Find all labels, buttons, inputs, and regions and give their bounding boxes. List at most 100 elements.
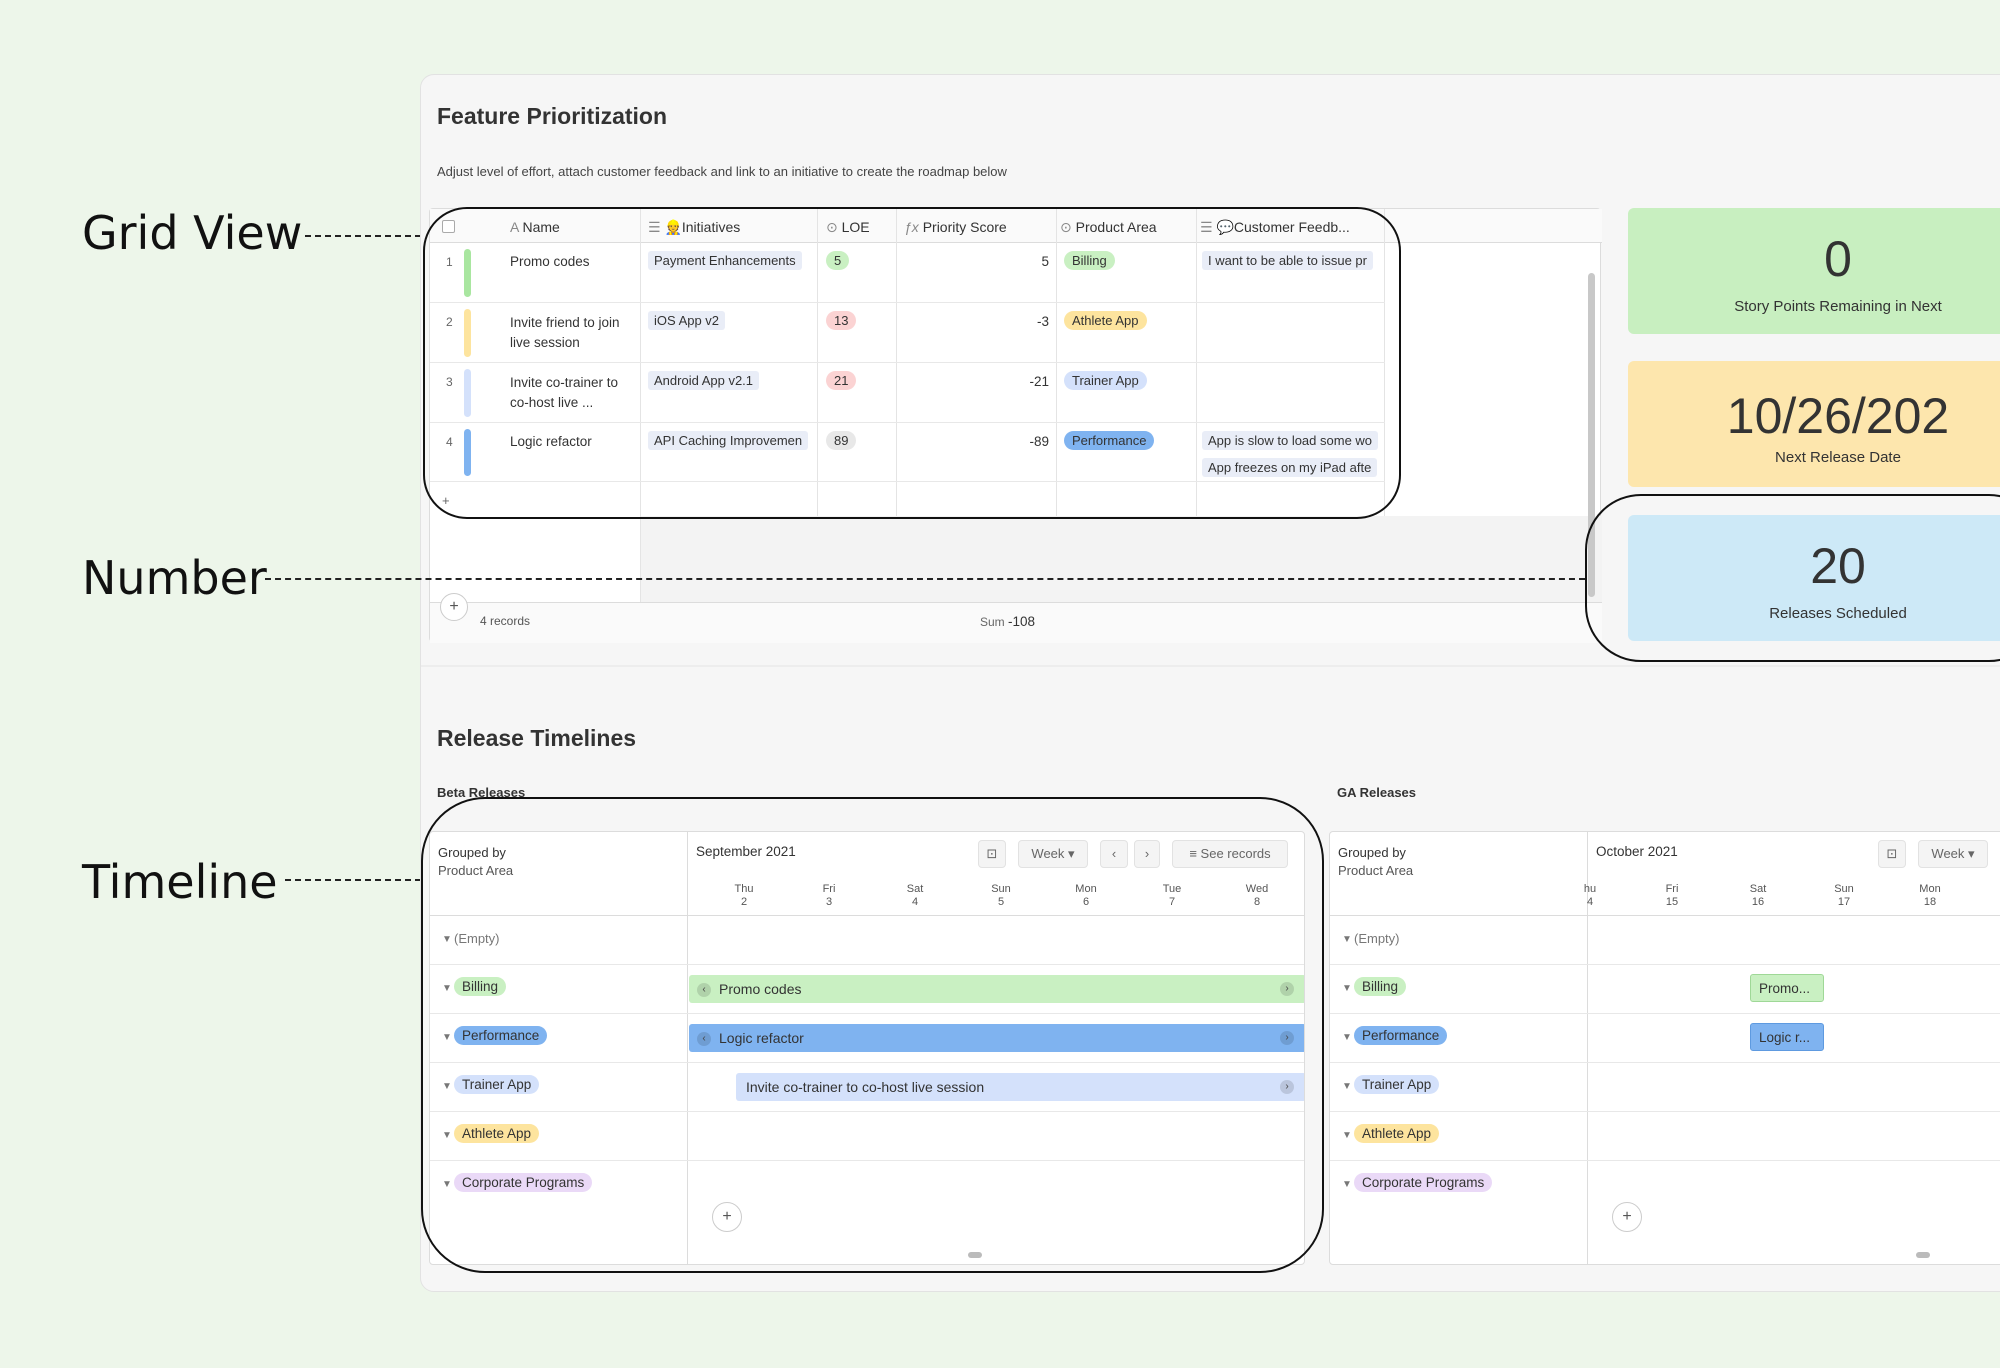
chevron-right-icon: › [1280, 1031, 1294, 1045]
grid-scrollbar[interactable] [1588, 273, 1595, 597]
table-row[interactable]: 2 Invite friend to join live session iOS… [430, 303, 1385, 363]
grouped-by: Grouped byProduct Area [1338, 844, 1413, 880]
timeline-scrollbar[interactable] [968, 1252, 982, 1258]
day-label: Sat16 [1738, 883, 1778, 909]
cell-name[interactable]: Promo codes [510, 254, 590, 269]
number-story-points: 0 Story Points Remaining in Next [1628, 208, 2000, 334]
group-row-corporate-programs[interactable]: ▼Corporate Programs [1330, 1161, 2000, 1210]
timeline-bar-logic-refactor[interactable]: ‹Logic refactor› [689, 1024, 1305, 1052]
ga-timeline[interactable]: Grouped byProduct Area October 2021 ⊡ We… [1329, 831, 2000, 1265]
chevron-left-icon: ‹ [697, 1032, 711, 1046]
section-divider [421, 665, 2000, 667]
chevron-right-icon: › [1280, 982, 1294, 996]
day-label: Mon18 [1910, 883, 1950, 909]
add-record-button[interactable]: + [1612, 1202, 1642, 1232]
cell-priority-score: -3 [904, 314, 1049, 329]
group-row-performance[interactable]: ▼Performance [1330, 1014, 2000, 1063]
week-select[interactable]: Week ▾ [1918, 840, 1988, 868]
callout-timeline-line [285, 879, 421, 881]
next-button[interactable]: › [1134, 840, 1160, 868]
group-row-billing[interactable]: ▼Billing [1330, 965, 2000, 1014]
week-select[interactable]: Week ▾ [1018, 840, 1088, 868]
row-color-bar [464, 309, 471, 357]
day-label: Sun5 [981, 883, 1021, 909]
feedback-chip[interactable]: I want to be able to issue pr [1202, 251, 1373, 270]
cell-priority-score: -89 [904, 434, 1049, 449]
timeline-header: Grouped byProduct Area October 2021 ⊡ We… [1330, 832, 2000, 916]
group-row-athlete-app[interactable]: ▼Athlete App [1330, 1112, 2000, 1161]
expand-icon[interactable]: ⊡ [1878, 840, 1906, 868]
number-releases-scheduled: 20 Releases Scheduled [1628, 515, 2000, 641]
product-area-chip[interactable]: Billing [1064, 251, 1115, 270]
expand-icon[interactable]: ⊡ [978, 840, 1006, 868]
day-label: hu4 [1570, 883, 1610, 909]
cell-name[interactable]: Invite friend to join live session [510, 313, 635, 353]
loe-chip[interactable]: 5 [826, 251, 849, 270]
see-records-button[interactable]: ≡ See records [1172, 840, 1288, 868]
initiative-chip[interactable]: Payment Enhancements [648, 251, 802, 270]
group-row-empty[interactable]: ▼(Empty) [1330, 916, 2000, 965]
cell-name[interactable]: Logic refactor [510, 434, 592, 449]
grouped-by: Grouped byProduct Area [438, 844, 513, 880]
row-color-bar [464, 429, 471, 476]
initiative-chip[interactable]: API Caching Improvemen [648, 431, 808, 450]
initiative-chip[interactable]: Android App v2.1 [648, 371, 759, 390]
timeline-header: Grouped byProduct Area September 2021 ⊡ … [430, 832, 1305, 916]
day-label: Fri3 [809, 883, 849, 909]
cell-name[interactable]: Invite co-trainer to co-host live ... [510, 373, 635, 413]
day-label: Fri15 [1652, 883, 1692, 909]
grid-view[interactable]: A Name ☰ 👷Initiatives ⊙ LOE ƒx Priority … [429, 208, 1601, 642]
group-row-athlete-app[interactable]: ▼Athlete App [430, 1112, 1305, 1161]
timeline-month: September 2021 [696, 844, 796, 859]
callout-timeline: Timeline [82, 855, 278, 909]
add-row-plus[interactable]: + [442, 493, 450, 508]
timeline-bar-logic[interactable]: Logic r... [1750, 1023, 1824, 1051]
record-count: 4 records [480, 614, 530, 628]
group-row-corporate-programs[interactable]: ▼Corporate Programs [430, 1161, 1305, 1210]
table-row[interactable]: 1 Promo codes Payment Enhancements 5 5 B… [430, 243, 1385, 303]
cell-priority-score: -21 [904, 374, 1049, 389]
add-record-button[interactable]: + [440, 593, 468, 621]
prev-button[interactable]: ‹ [1100, 840, 1128, 868]
grid-footer: + 4 records Sum -108 [430, 602, 1602, 643]
group-row-trainer-app[interactable]: ▼Trainer App [1330, 1063, 2000, 1112]
day-label: Tue7 [1152, 883, 1192, 909]
table-row[interactable]: 4 Logic refactor API Caching Improvemen … [430, 423, 1385, 482]
feedback-chip[interactable]: App freezes on my iPad afte [1202, 458, 1377, 477]
callout-grid-line [305, 235, 421, 237]
callout-number-line [265, 578, 1585, 580]
chevron-left-icon: ‹ [697, 983, 711, 997]
row-color-bar [464, 369, 471, 417]
callout-grid-view: Grid View [82, 206, 302, 260]
timeline-bar-invite-co-trainer[interactable]: Invite co-trainer to co-host live sessio… [736, 1073, 1305, 1101]
loe-chip[interactable]: 21 [826, 371, 856, 390]
day-label: Wed8 [1237, 883, 1277, 909]
grid-empty-area [641, 516, 1602, 602]
group-row-empty[interactable]: ▼(Empty) [430, 916, 1305, 965]
beta-label: Beta Releases [437, 785, 525, 800]
day-label: Sun17 [1824, 883, 1864, 909]
timeline-bar-promo[interactable]: Promo... [1750, 974, 1824, 1002]
feature-title: Feature Prioritization [437, 103, 667, 130]
feedback-chip[interactable]: App is slow to load some wo [1202, 431, 1378, 450]
table-row[interactable]: 3 Invite co-trainer to co-host live ... … [430, 363, 1385, 423]
product-area-chip[interactable]: Athlete App [1064, 311, 1147, 330]
loe-chip[interactable]: 13 [826, 311, 856, 330]
cell-priority-score: 5 [904, 254, 1049, 269]
day-label: Thu2 [724, 883, 764, 909]
feature-description: Adjust level of effort, attach customer … [437, 164, 1007, 179]
timeline-month: October 2021 [1596, 844, 1678, 859]
add-record-button[interactable]: + [712, 1202, 742, 1232]
timeline-bar-promo-codes[interactable]: ‹Promo codes› [689, 975, 1305, 1003]
release-title: Release Timelines [437, 725, 636, 752]
sum-summary: Sum -108 [980, 614, 1035, 629]
beta-timeline[interactable]: Grouped byProduct Area September 2021 ⊡ … [429, 831, 1305, 1265]
timeline-scrollbar[interactable] [1916, 1252, 1930, 1258]
product-area-chip[interactable]: Trainer App [1064, 371, 1147, 390]
loe-chip[interactable]: 89 [826, 431, 856, 450]
interface-panel: Feature Prioritization Adjust level of e… [420, 74, 2000, 1292]
product-area-chip[interactable]: Performance [1064, 431, 1154, 450]
initiative-chip[interactable]: iOS App v2 [648, 311, 725, 330]
day-label: Mon6 [1066, 883, 1106, 909]
row-color-bar [464, 249, 471, 297]
